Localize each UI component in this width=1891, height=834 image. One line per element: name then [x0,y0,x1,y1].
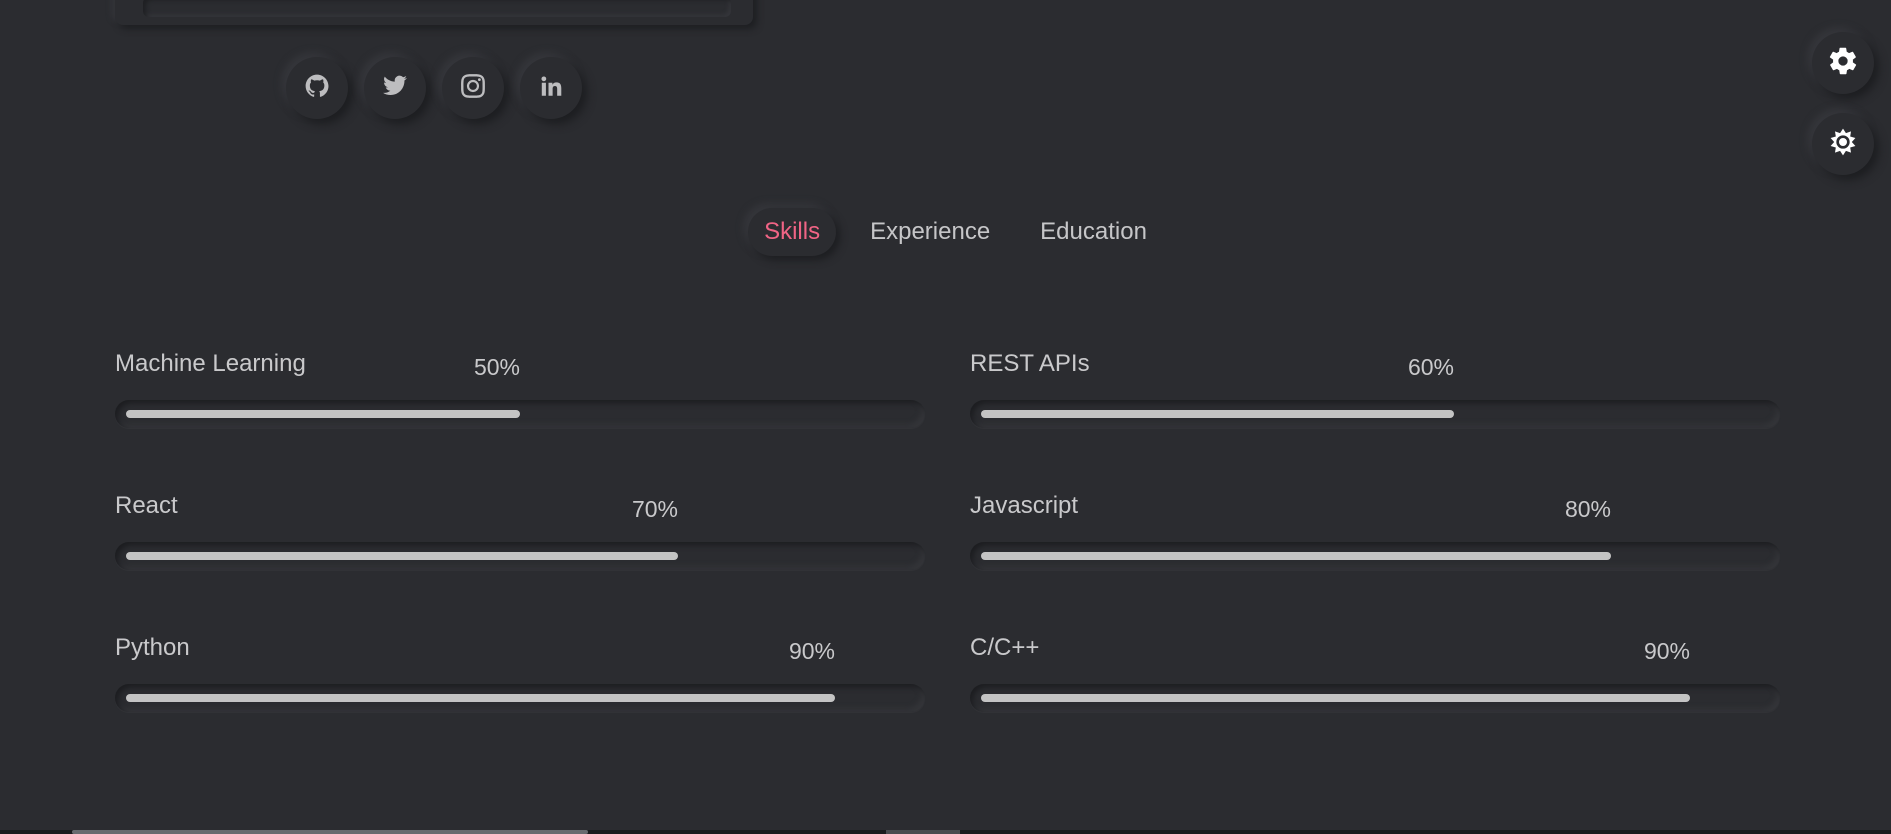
scrollbar-thumb[interactable] [72,830,588,834]
progress-fill [981,552,1611,560]
progress-track [970,542,1780,570]
progress-fill [981,410,1454,418]
progress-track [115,400,925,428]
skill-item: Javascript 80% [970,492,1780,596]
skill-percent: 60% [1407,354,1454,380]
linkedin-icon [538,73,564,103]
scrollbar-segment [886,830,960,834]
sun-icon [1827,126,1859,162]
skill-name: Machine Learning [115,350,306,377]
skill-item: React 70% [115,492,925,596]
progress-track [970,400,1780,428]
theme-toggle-button[interactable] [1812,113,1874,175]
skill-item: C/C++ 90% [970,634,1780,738]
progress-fill [126,410,520,418]
linkedin-link[interactable] [520,57,582,119]
gear-icon [1827,45,1859,81]
skill-percent: 90% [788,638,835,664]
skill-name: React [115,492,178,519]
skill-percent: 80% [1564,496,1611,522]
skill-item: Machine Learning 50% [115,350,925,454]
instagram-icon [460,73,486,103]
tab-experience[interactable]: Experience [854,208,1006,256]
github-link[interactable] [286,57,348,119]
skill-name: C/C++ [970,634,1040,661]
skill-percent: 70% [631,496,678,522]
progress-track [115,684,925,712]
settings-button[interactable] [1812,32,1874,94]
progress-fill [981,694,1690,702]
skill-percent: 50% [473,354,520,380]
skills-grid: Machine Learning 50% REST APIs 60% React… [115,350,1780,738]
progress-fill [126,694,835,702]
social-links [286,57,582,119]
skill-name: REST APIs [970,350,1090,377]
skill-name: Python [115,634,190,661]
skill-item: Python 90% [115,634,925,738]
progress-fill [126,552,678,560]
progress-track [115,542,925,570]
instagram-link[interactable] [442,57,504,119]
twitter-icon [382,73,408,103]
skill-item: REST APIs 60% [970,350,1780,454]
skill-name: Javascript [970,492,1079,519]
horizontal-scrollbar[interactable] [0,830,1891,834]
twitter-link[interactable] [364,57,426,119]
tab-skills[interactable]: Skills [748,208,836,256]
profile-card [115,0,753,25]
profile-card-inner [143,0,731,17]
progress-track [970,684,1780,712]
github-icon [304,73,330,103]
tab-education[interactable]: Education [1024,208,1163,256]
section-tabs: Skills Experience Education [0,208,1891,256]
skill-percent: 90% [1643,638,1690,664]
